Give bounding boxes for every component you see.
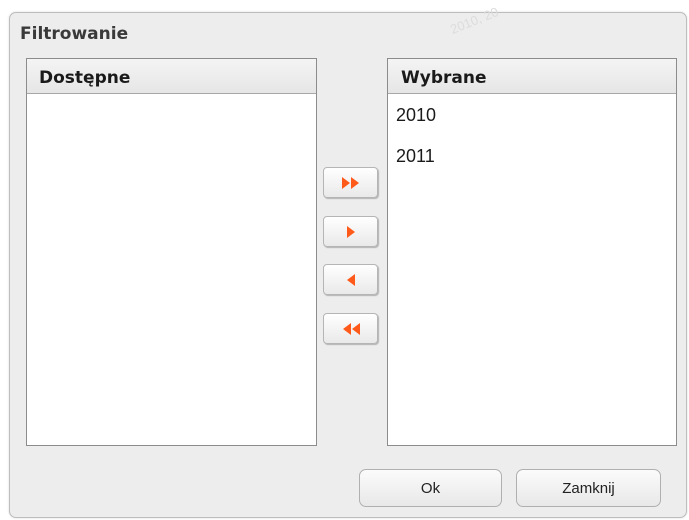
available-list-header: Dostępne — [27, 59, 316, 94]
double-arrow-left-icon — [340, 322, 362, 336]
selected-list-header: Wybrane — [388, 59, 676, 94]
remove-selected-button[interactable] — [323, 264, 378, 295]
double-arrow-right-icon — [340, 176, 362, 190]
available-list-panel[interactable]: Dostępne — [26, 58, 317, 446]
selected-list-panel[interactable]: Wybrane 2010 2011 — [387, 58, 677, 446]
dialog-title: Filtrowanie — [20, 24, 129, 44]
close-button[interactable]: Zamknij — [516, 469, 661, 507]
list-item[interactable]: 2011 — [396, 141, 676, 182]
arrow-right-icon — [344, 225, 358, 239]
arrow-left-icon — [344, 273, 358, 287]
add-all-button[interactable] — [323, 167, 378, 198]
add-selected-button[interactable] — [323, 216, 378, 247]
available-list[interactable] — [27, 94, 316, 100]
watermark-text: 2010, 20 — [448, 4, 501, 37]
filter-dialog: Filtrowanie 2010, 20 Dostępne Wybrane 20… — [9, 4, 687, 518]
list-item[interactable]: 2010 — [396, 100, 676, 141]
remove-all-button[interactable] — [323, 313, 378, 344]
selected-list[interactable]: 2010 2011 — [388, 94, 676, 182]
ok-button[interactable]: Ok — [359, 469, 502, 507]
